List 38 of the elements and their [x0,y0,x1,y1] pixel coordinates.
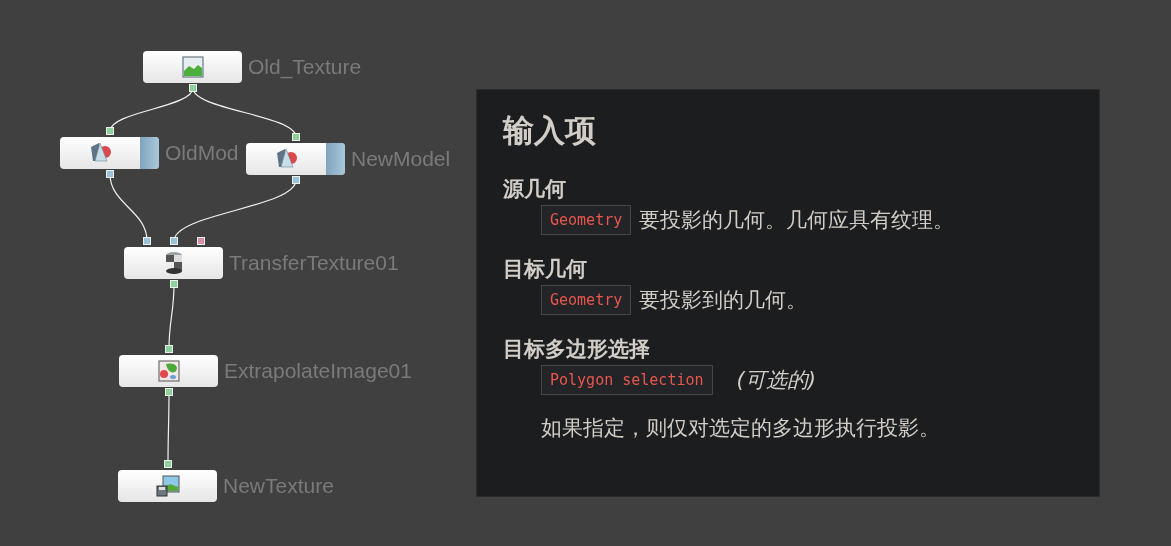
parameter-description: 如果指定，则仅对选定的多边形执行投影。 [541,415,941,442]
parameter-description: 要投影到的几何。 [639,287,808,314]
output-port[interactable] [106,170,114,178]
type-tag: Geometry [541,205,632,235]
output-port[interactable] [165,388,173,396]
graph-node[interactable] [124,247,223,279]
output-port[interactable] [170,280,178,288]
type-tag: Geometry [541,285,632,315]
graph-node[interactable] [118,470,217,502]
input-port[interactable] [292,133,300,141]
parameter-title: 源几何 [503,176,567,203]
image-icon [181,56,204,78]
input-port[interactable] [164,460,172,468]
optional-note: (可选的) [736,367,816,394]
node-label: OldMod [165,141,239,165]
parameter-title: 目标几何 [503,256,588,283]
graph-node[interactable] [246,143,345,175]
input-port[interactable] [197,237,205,245]
node-label: TransferTexture01 [229,251,399,275]
parameter-title: 目标多边形选择 [503,336,651,363]
graph-node[interactable] [60,137,159,169]
output-port[interactable] [292,176,300,184]
node-label: NewModel [351,147,451,171]
input-port[interactable] [143,237,151,245]
parameter-description: 要投影的几何。几何应具有纹理。 [639,207,955,234]
section-heading: 输入项 [503,111,597,150]
input-port[interactable] [106,127,114,135]
output-port[interactable] [189,84,197,92]
texture-icon [157,360,180,382]
graph-node[interactable] [119,355,218,387]
node-label: ExtrapolateImage01 [224,359,412,383]
type-tag: Polygon selection [541,365,713,395]
save-image-icon [155,475,180,497]
node-label: NewTexture [223,474,334,498]
input-port[interactable] [165,345,173,353]
graph-node[interactable] [143,51,242,83]
input-port[interactable] [170,237,178,245]
node-label: Old_Texture [248,55,362,79]
